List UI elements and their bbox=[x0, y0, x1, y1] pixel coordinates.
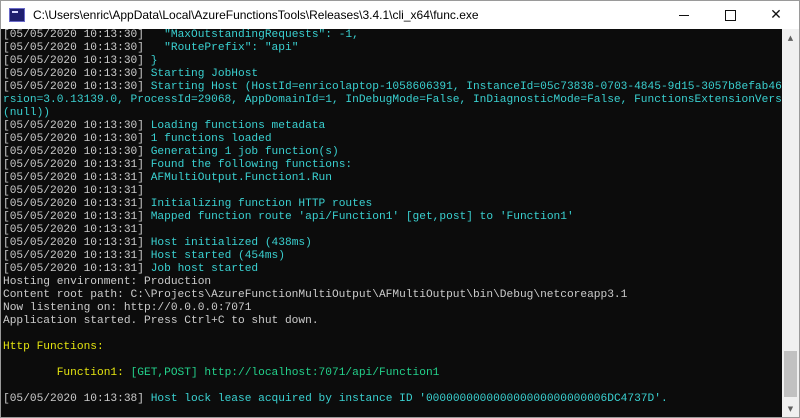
log-message: Function1: bbox=[3, 367, 131, 379]
console-line: Function1: [GET,POST] http://localhost:7… bbox=[1, 367, 782, 380]
log-timestamp: [05/05/2020 10:13:30] bbox=[3, 120, 144, 132]
function-url-link[interactable]: http://localhost:7071/api/Function1 bbox=[204, 367, 439, 379]
log-message: "MaxOutstandingRequests": -1, bbox=[144, 29, 359, 41]
log-message: Starting JobHost bbox=[144, 68, 259, 80]
console-line: [05/05/2020 10:13:31] Initializing funct… bbox=[1, 198, 782, 211]
http-methods: [GET,POST] bbox=[130, 367, 205, 379]
vertical-scrollbar[interactable]: ▲ ▼ bbox=[782, 29, 799, 417]
log-message: (null)) bbox=[3, 107, 50, 119]
console-line: Application started. Press Ctrl+C to shu… bbox=[1, 315, 782, 328]
close-button[interactable]: ✕ bbox=[753, 1, 799, 29]
scroll-up-arrow-icon[interactable]: ▲ bbox=[782, 29, 799, 46]
maximize-icon bbox=[724, 9, 736, 21]
log-message: Now listening on: http://0.0.0.0:7071 bbox=[3, 302, 252, 314]
log-timestamp: [05/05/2020 10:13:31] bbox=[3, 211, 144, 223]
log-message: Content root path: C:\Projects\AzureFunc… bbox=[3, 289, 628, 301]
log-timestamp: [05/05/2020 10:13:31] bbox=[3, 172, 144, 184]
log-message: Found the following functions: bbox=[144, 159, 353, 171]
title-bar[interactable]: C:\Users\enric\AppData\Local\AzureFuncti… bbox=[1, 1, 799, 29]
minimize-icon bbox=[679, 14, 689, 16]
log-message: "RoutePrefix": "api" bbox=[144, 42, 299, 54]
console-line: (null)) bbox=[1, 107, 782, 120]
log-message: Loading functions metadata bbox=[144, 120, 326, 132]
log-timestamp: [05/05/2020 10:13:30] bbox=[3, 133, 144, 145]
log-message: Hosting environment: Production bbox=[3, 276, 212, 288]
log-timestamp: [05/05/2020 10:13:31] bbox=[3, 198, 144, 210]
console-line: Hosting environment: Production bbox=[1, 276, 782, 289]
log-message: 1 functions loaded bbox=[144, 133, 272, 145]
console-line: [05/05/2020 10:13:31] Found the followin… bbox=[1, 159, 782, 172]
console-line: [05/05/2020 10:13:31] Mapped function ro… bbox=[1, 211, 782, 224]
log-timestamp: [05/05/2020 10:13:30] bbox=[3, 146, 144, 158]
console-line: [05/05/2020 10:13:30] 1 functions loaded bbox=[1, 133, 782, 146]
console-line: [05/05/2020 10:13:30] Loading functions … bbox=[1, 120, 782, 133]
close-icon: ✕ bbox=[770, 7, 782, 23]
console-line: [05/05/2020 10:13:30] Starting JobHost bbox=[1, 68, 782, 81]
log-message: Job host started bbox=[144, 263, 259, 275]
log-message: Host started (454ms) bbox=[144, 250, 285, 262]
console-line: [05/05/2020 10:13:31] Host started (454m… bbox=[1, 250, 782, 263]
log-message: Application started. Press Ctrl+C to shu… bbox=[3, 315, 319, 327]
log-message: } bbox=[144, 55, 158, 67]
log-message: AFMultiOutput.Function1.Run bbox=[144, 172, 332, 184]
console-line: [05/05/2020 10:13:31] Job host started bbox=[1, 263, 782, 276]
log-message: Host initialized (438ms) bbox=[144, 237, 312, 249]
console-line: [05/05/2020 10:13:30] Generating 1 job f… bbox=[1, 146, 782, 159]
log-timestamp: [05/05/2020 10:13:31] bbox=[3, 263, 144, 275]
maximize-button[interactable] bbox=[707, 1, 753, 29]
log-message: Host lock lease acquired by instance ID … bbox=[144, 393, 668, 405]
console-line: [05/05/2020 10:13:31] AFMultiOutput.Func… bbox=[1, 172, 782, 185]
console-line: [05/05/2020 10:13:30] Starting Host (Hos… bbox=[1, 81, 782, 94]
console-line: rsion=3.0.13139.0, ProcessId=29068, AppD… bbox=[1, 94, 782, 107]
log-message: Generating 1 job function(s) bbox=[144, 146, 339, 158]
console-line: [05/05/2020 10:13:30] } bbox=[1, 55, 782, 68]
log-timestamp: [05/05/2020 10:13:31] bbox=[3, 185, 144, 197]
console-line: [05/05/2020 10:13:31] bbox=[1, 185, 782, 198]
log-message: Mapped function route 'api/Function1' [g… bbox=[144, 211, 574, 223]
window-title: C:\Users\enric\AppData\Local\AzureFuncti… bbox=[33, 8, 479, 22]
console-line: Http Functions: bbox=[1, 341, 782, 354]
log-timestamp: [05/05/2020 10:13:30] bbox=[3, 81, 144, 93]
log-timestamp: [05/05/2020 10:13:31] bbox=[3, 224, 144, 236]
log-timestamp: [05/05/2020 10:13:31] bbox=[3, 237, 144, 249]
minimize-button[interactable] bbox=[661, 1, 707, 29]
log-timestamp: [05/05/2020 10:13:30] bbox=[3, 68, 144, 80]
scroll-down-arrow-icon[interactable]: ▼ bbox=[782, 400, 799, 417]
console-output[interactable]: [05/05/2020 10:13:30] "MaxOutstandingReq… bbox=[1, 29, 782, 417]
log-timestamp: [05/05/2020 10:13:38] bbox=[3, 393, 144, 405]
console-line: [05/05/2020 10:13:38] Host lock lease ac… bbox=[1, 393, 782, 406]
log-message: Http Functions: bbox=[3, 341, 104, 353]
console-line: [05/05/2020 10:13:30] "RoutePrefix": "ap… bbox=[1, 42, 782, 55]
log-message: rsion=3.0.13139.0, ProcessId=29068, AppD… bbox=[3, 94, 782, 106]
console-line: [05/05/2020 10:13:31] bbox=[1, 224, 782, 237]
console-line: Now listening on: http://0.0.0.0:7071 bbox=[1, 302, 782, 315]
log-timestamp: [05/05/2020 10:13:31] bbox=[3, 159, 144, 171]
scrollbar-thumb[interactable] bbox=[784, 351, 797, 397]
console-line: [05/05/2020 10:13:30] "MaxOutstandingReq… bbox=[1, 29, 782, 42]
log-timestamp: [05/05/2020 10:13:30] bbox=[3, 29, 144, 41]
log-timestamp: [05/05/2020 10:13:30] bbox=[3, 42, 144, 54]
log-message: Starting Host (HostId=enricolaptop-10586… bbox=[144, 81, 782, 93]
log-timestamp: [05/05/2020 10:13:31] bbox=[3, 250, 144, 262]
log-timestamp: [05/05/2020 10:13:30] bbox=[3, 55, 144, 67]
console-app-icon bbox=[9, 8, 25, 22]
console-line: [05/05/2020 10:13:31] Host initialized (… bbox=[1, 237, 782, 250]
log-message: Initializing function HTTP routes bbox=[144, 198, 373, 210]
console-line: Content root path: C:\Projects\AzureFunc… bbox=[1, 289, 782, 302]
console-window: C:\Users\enric\AppData\Local\AzureFuncti… bbox=[0, 0, 800, 418]
